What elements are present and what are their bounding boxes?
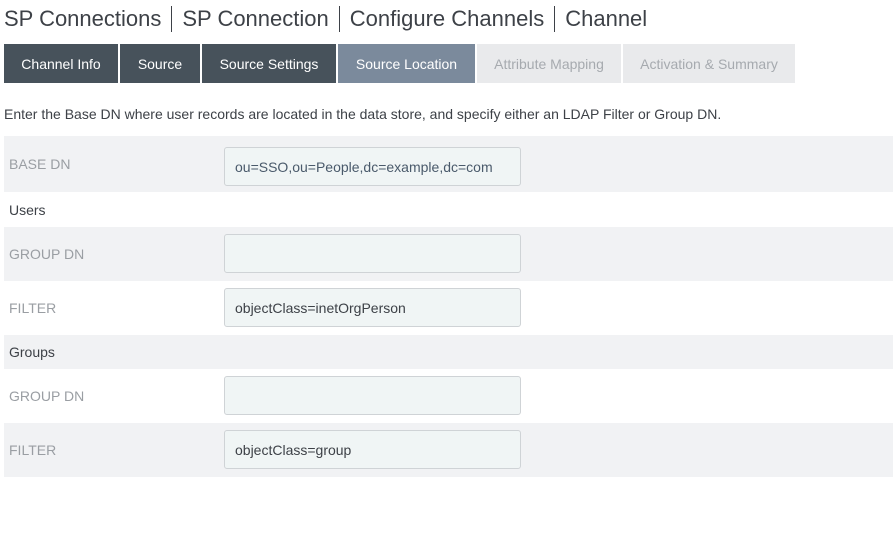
tab-channel-info[interactable]: Channel Info [4,44,118,83]
base-dn-row: BASE DN [4,136,893,192]
page-description: Enter the Base DN where user records are… [4,106,722,122]
users-group-dn-input[interactable] [224,234,521,273]
tab-attribute-mapping[interactable]: Attribute Mapping [477,44,621,83]
base-dn-label: BASE DN [9,156,71,172]
breadcrumb-separator [338,6,340,32]
tab-source-location[interactable]: Source Location [338,44,475,83]
users-group-dn-label: GROUP DN [9,246,85,262]
wizard-tabs: Channel Info Source Source Settings Sour… [4,44,797,83]
tab-source[interactable]: Source [120,44,200,83]
base-dn-input[interactable] [224,147,521,186]
groups-filter-label: FILTER [9,442,57,458]
breadcrumb-sp-connection[interactable]: SP Connection [182,6,328,32]
groups-group-dn-row: GROUP DN [4,369,893,423]
tab-activation-summary[interactable]: Activation & Summary [623,44,795,83]
breadcrumb-sp-connections[interactable]: SP Connections [4,6,161,32]
groups-filter-row: FILTER [4,423,893,477]
breadcrumb-separator [554,6,556,32]
groups-group-dn-input[interactable] [224,376,521,415]
users-filter-label: FILTER [9,300,57,316]
users-filter-input[interactable] [224,288,521,327]
users-section-label: Users [9,201,46,218]
groups-section-header: Groups [4,335,893,369]
users-filter-row: FILTER [4,281,893,335]
breadcrumb-channel: Channel [565,6,648,31]
tab-source-settings[interactable]: Source Settings [202,44,336,83]
groups-group-dn-label: GROUP DN [9,388,85,404]
breadcrumb-separator [171,6,173,32]
users-section-header: Users [4,192,893,227]
groups-filter-input[interactable] [224,430,521,469]
users-group-dn-row: GROUP DN [4,227,893,281]
breadcrumb: SP Connections SP Connection Configure C… [4,4,647,34]
breadcrumb-configure-channels[interactable]: Configure Channels [350,6,544,32]
source-location-form: BASE DN Users GROUP DN FILTER Groups GRO… [4,136,893,477]
groups-section-label: Groups [9,344,55,360]
